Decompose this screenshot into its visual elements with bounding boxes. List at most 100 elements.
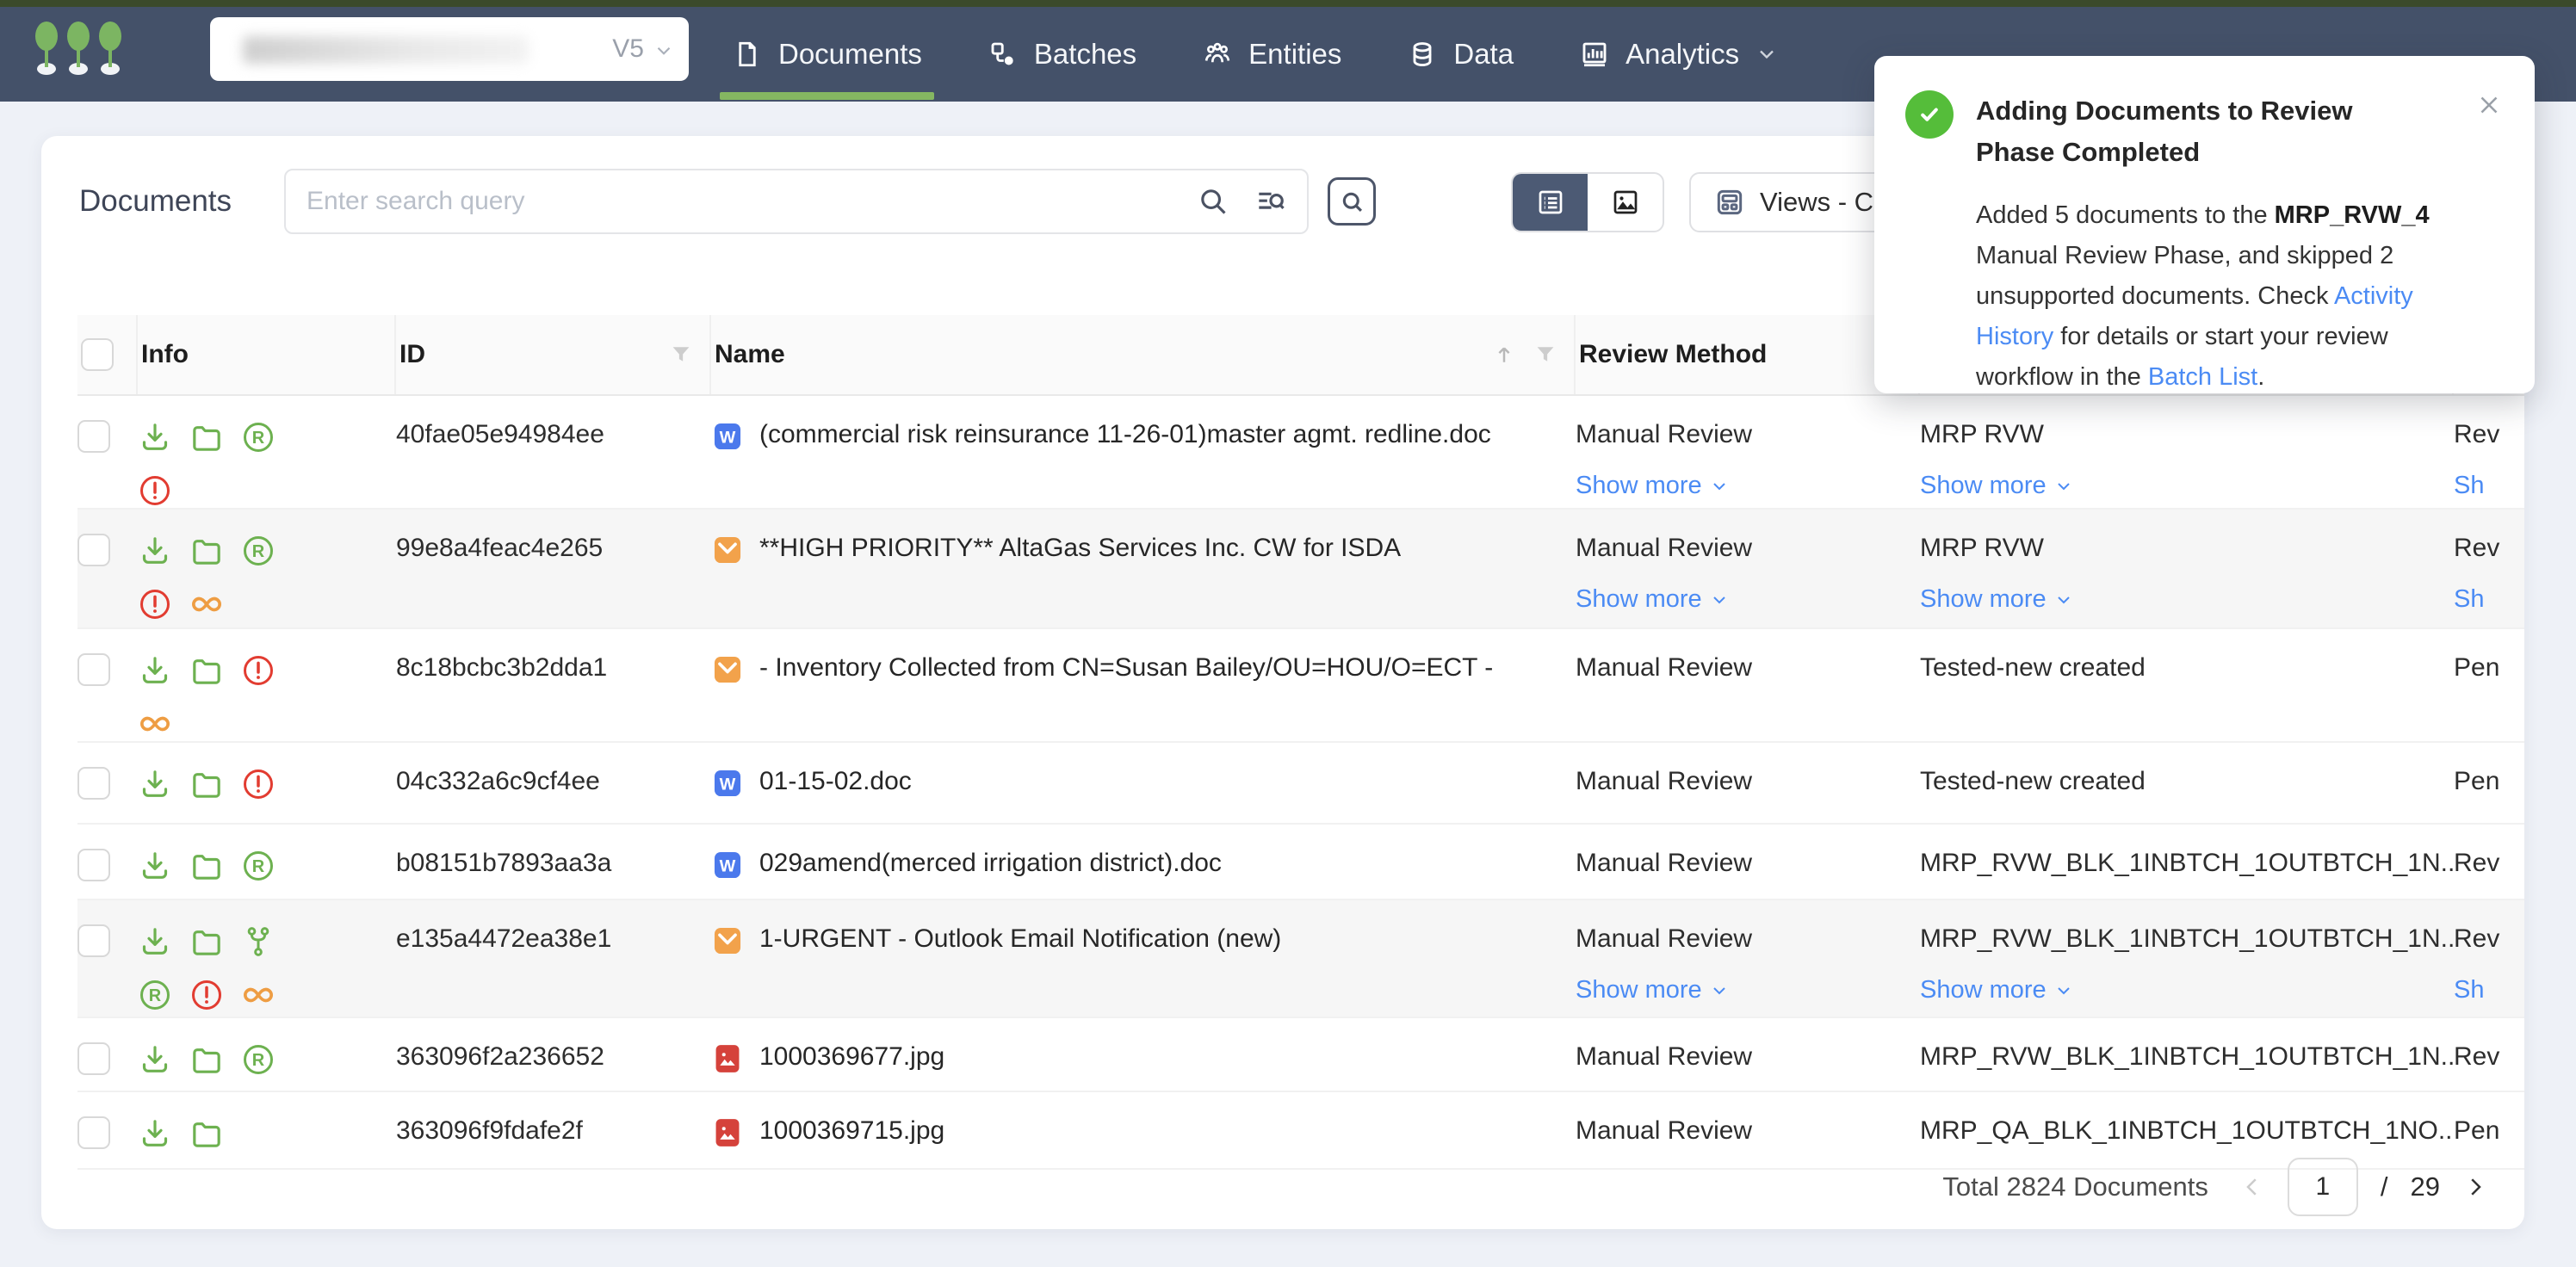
download-icon[interactable] [138, 534, 172, 568]
review-method-value: Manual Review [1576, 420, 1920, 449]
document-id: 04c332a6c9cf4ee [396, 743, 711, 823]
row-checkbox[interactable] [77, 1116, 110, 1149]
tab-label: Analytics [1625, 38, 1739, 71]
row-checkbox[interactable] [77, 849, 110, 881]
batches-icon [988, 39, 1019, 70]
app-logo[interactable] [31, 19, 133, 90]
toast-text: Added 5 documents to the [1976, 201, 2275, 229]
entities-icon [1202, 39, 1233, 70]
chevron-down-icon [1709, 980, 1730, 1001]
pagination: Total 2824 Documents 1 / 29 [1942, 1158, 2488, 1216]
row-checkbox[interactable] [77, 767, 110, 800]
batch-name-value: MRP_QA_BLK_1INBTCH_1OUTBTCH_1NO... [1920, 1116, 2454, 1146]
folder-icon[interactable] [189, 1116, 224, 1151]
tab-entities[interactable]: Entities [1202, 7, 1341, 102]
tab-analytics[interactable]: Analytics [1579, 7, 1779, 102]
mail-file-icon [711, 653, 744, 686]
document-info-icons [138, 1116, 301, 1151]
row-checkbox[interactable] [77, 534, 110, 566]
batch-list-link[interactable]: Batch List [2148, 363, 2257, 391]
document-id: 99e8a4feac4e265 [396, 510, 711, 627]
status-value-clipped: Rev [2454, 924, 2524, 954]
tab-batches[interactable]: Batches [988, 7, 1136, 102]
document-info-icons [138, 653, 301, 741]
document-search-button[interactable] [1328, 177, 1376, 226]
download-icon[interactable] [138, 849, 172, 883]
document-id: e135a4472ea38e1 [396, 900, 711, 1017]
status-value-clipped: Rev [2454, 420, 2524, 449]
show-more-link[interactable]: Sh [2454, 472, 2524, 500]
download-icon[interactable] [138, 1042, 172, 1077]
table-row: 04c332a6c9cf4ee W 01-15-02.doc Manual Revie… [77, 743, 2524, 825]
tab-label: Data [1453, 38, 1514, 71]
folder-icon[interactable] [189, 534, 224, 568]
folder-icon[interactable] [189, 767, 224, 801]
download-icon[interactable] [138, 653, 172, 688]
folder-icon[interactable] [189, 653, 224, 688]
document-name[interactable]: 1000369715.jpg [759, 1116, 944, 1146]
chevron-down-icon [1709, 590, 1730, 610]
chevron-down-icon[interactable] [653, 40, 675, 62]
folder-icon[interactable] [189, 849, 224, 883]
show-more-link[interactable]: Show more [1576, 585, 1920, 614]
svg-text:W: W [720, 428, 736, 447]
show-more-link[interactable]: Sh [2454, 976, 2524, 1004]
global-search-input[interactable]: V5 [210, 17, 689, 81]
previous-page-icon[interactable] [2239, 1174, 2265, 1200]
image-file-icon [711, 1042, 744, 1075]
page-number-input[interactable]: 1 [2288, 1158, 2358, 1216]
show-more-link[interactable]: Show more [1576, 472, 1920, 500]
select-all-checkbox[interactable] [81, 338, 114, 371]
document-name[interactable]: 01-15-02.doc [759, 767, 912, 796]
row-checkbox[interactable] [77, 653, 110, 686]
list-view-button[interactable] [1513, 174, 1588, 231]
document-name[interactable]: **HIGH PRIORITY** AltaGas Services Inc. … [759, 534, 1401, 563]
filter-icon[interactable] [1533, 342, 1558, 368]
show-more-link[interactable]: Show more [1920, 976, 2454, 1004]
close-icon[interactable] [2474, 90, 2504, 120]
views-dropdown-label: Views - Ca [1760, 187, 1888, 218]
search-input[interactable]: Enter search query [284, 169, 1309, 234]
alert-icon [138, 587, 172, 621]
row-checkbox[interactable] [77, 1042, 110, 1075]
show-more-label: Show more [1576, 976, 1702, 1004]
row-checkbox[interactable] [77, 420, 110, 453]
search-version-selector[interactable]: V5 [612, 34, 644, 64]
svg-text:W: W [720, 775, 736, 794]
document-name[interactable]: 029amend(merced irrigation district).doc [759, 849, 1222, 878]
batch-name-value: MRP RVW [1920, 420, 2454, 449]
show-more-link[interactable]: Show more [1576, 976, 1920, 1004]
document-name[interactable]: (commercial risk reinsurance 11-26-01)ma… [759, 420, 1491, 449]
folder-icon[interactable] [189, 924, 224, 959]
tab-data[interactable]: Data [1407, 7, 1514, 102]
show-more-link[interactable]: Show more [1920, 585, 2454, 614]
alert-icon [241, 653, 276, 688]
next-page-icon[interactable] [2462, 1174, 2488, 1200]
tab-documents[interactable]: Documents [732, 7, 922, 102]
sort-ascending-icon[interactable] [1491, 342, 1517, 368]
review-method-value: Manual Review [1576, 1116, 1920, 1146]
show-more-link[interactable]: Show more [1920, 472, 2454, 500]
redacted-search-text [243, 36, 529, 64]
download-icon[interactable] [138, 1116, 172, 1151]
search-icon[interactable] [1197, 185, 1229, 218]
document-name[interactable]: 1000369677.jpg [759, 1042, 944, 1072]
filter-icon[interactable] [668, 342, 694, 368]
folder-icon[interactable] [189, 420, 224, 454]
document-info-icons: R [138, 534, 301, 621]
folder-icon[interactable] [189, 1042, 224, 1077]
document-name[interactable]: - Inventory Collected from CN=Susan Bail… [759, 653, 1493, 683]
show-more-link[interactable]: Sh [2454, 585, 2524, 614]
document-name[interactable]: 1-URGENT - Outlook Email Notification (n… [759, 924, 1281, 954]
review-method-value: Manual Review [1576, 767, 1920, 796]
query-builder-icon[interactable] [1254, 185, 1286, 218]
status-value-clipped: Pen [2454, 767, 2524, 796]
gallery-view-button[interactable] [1588, 174, 1663, 231]
toast-text: . [2257, 363, 2264, 391]
row-checkbox[interactable] [77, 924, 110, 957]
branch-icon [241, 924, 276, 959]
download-icon[interactable] [138, 420, 172, 454]
svg-text:R: R [252, 429, 265, 448]
download-icon[interactable] [138, 924, 172, 959]
download-icon[interactable] [138, 767, 172, 801]
